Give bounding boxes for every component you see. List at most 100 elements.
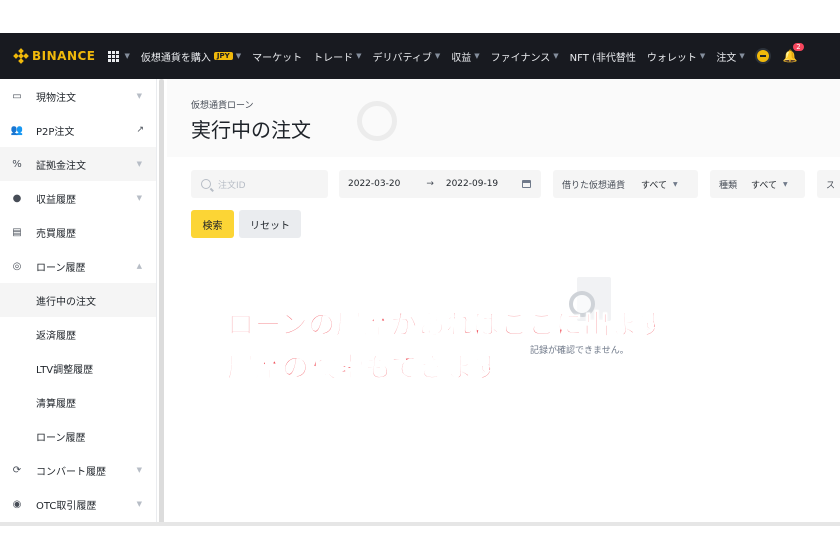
chevron-down-icon: ▼ xyxy=(136,194,142,202)
convert-icon: ⟳ xyxy=(12,464,22,476)
sidebar-item-margin-orders[interactable]: % 証拠金注文 ▼ xyxy=(0,147,156,181)
filter-value: すべて xyxy=(641,180,668,191)
chevron-down-icon: ▼ xyxy=(136,500,142,508)
nav-orders[interactable]: 注文 ▼ xyxy=(716,49,744,64)
chevron-down-icon: ▼ xyxy=(434,52,441,60)
nav-earn[interactable]: 収益 ▼ xyxy=(451,49,479,64)
nav-label: トレード xyxy=(313,52,354,64)
grid-icon xyxy=(107,50,119,62)
sidebar-item-label: 進行中の注文 xyxy=(36,296,96,308)
nav-label: 注文 xyxy=(716,52,737,64)
nav-finance[interactable]: ファイナンス ▼ xyxy=(491,49,559,64)
otc-icon: ◉ xyxy=(12,498,22,510)
sidebar-item-convert-history[interactable]: ⟳ コンバート履歴 ▼ xyxy=(0,453,156,487)
filter-value: すべて xyxy=(751,180,778,191)
apps-menu[interactable]: ▼ xyxy=(107,50,130,62)
nav-label: ファイナンス xyxy=(490,52,551,64)
sidebar-scrollbar[interactable] xyxy=(159,79,164,524)
bottom-edge xyxy=(0,522,840,526)
filter-label: 借りた仮想通貨 xyxy=(562,180,626,191)
nav-buy-crypto[interactable]: 仮想通貨を購入 JPY ▼ xyxy=(141,49,241,64)
sidebar: ▭ 現物注文 ▼ 👥 P2P注文 ↗ % 証拠金注文 ▼ ● 収益履歴 ▼ ▤ … xyxy=(0,79,157,524)
binance-logo[interactable]: BINANCE xyxy=(13,48,96,64)
chevron-down-icon: ▼ xyxy=(235,52,242,60)
breadcrumb[interactable]: 仮想通貨ローン xyxy=(191,98,254,111)
bell-icon: 🔔 xyxy=(782,49,798,63)
nav-label: マーケット xyxy=(252,52,303,64)
search-button[interactable]: 検索 xyxy=(191,210,234,238)
sidebar-item-label: OTC取引履歴 xyxy=(36,500,97,512)
decorative-emblem-icon xyxy=(357,101,397,141)
top-nav-bar: BINANCE ▼ 仮想通貨を購入 JPY ▼ マーケット トレード ▼ デリバ… xyxy=(0,33,840,79)
sidebar-item-label: ローン履歴 xyxy=(36,432,86,444)
chevron-down-icon: ▼ xyxy=(739,52,745,60)
nav-wallet[interactable]: ウォレット ▼ xyxy=(647,49,705,64)
nav-derivatives[interactable]: デリバティブ ▼ xyxy=(372,49,440,64)
chevron-down-icon: ▼ xyxy=(553,52,559,60)
sidebar-item-ltv-history[interactable]: LTV調整履歴 xyxy=(0,351,156,385)
status-select[interactable]: ス xyxy=(817,170,840,198)
percent-icon: % xyxy=(12,158,22,170)
nav-nft[interactable]: NFT (非代替性 xyxy=(570,49,636,64)
nav-label: ウォレット xyxy=(646,52,697,64)
page-title: 実行中の注文 xyxy=(191,118,311,142)
notification-badge: 2 xyxy=(793,43,804,51)
avatar[interactable] xyxy=(754,48,771,64)
sidebar-item-label: 返済履歴 xyxy=(36,330,76,342)
reset-button[interactable]: リセット xyxy=(239,210,301,238)
annotation-line-2: 履歴の検索もできます。 xyxy=(227,353,526,385)
users-icon: 👥 xyxy=(10,124,24,136)
arrow-right-icon: → xyxy=(426,179,434,189)
loan-icon: ◎ xyxy=(12,260,22,272)
annotation-line-1: ローンの履歴があればここに出ます。 xyxy=(226,310,691,342)
sidebar-item-p2p-orders[interactable]: 👥 P2P注文 ↗ xyxy=(0,113,156,147)
sidebar-item-liquidation-history[interactable]: 清算履歴 xyxy=(0,385,156,419)
sidebar-item-loan-history-sub[interactable]: ローン履歴 xyxy=(0,419,156,453)
empty-state-message: 記録が確認できません。 xyxy=(530,346,629,356)
chevron-down-icon: ▼ xyxy=(783,180,788,188)
sidebar-item-label: 清算履歴 xyxy=(36,398,76,410)
chevron-down-icon: ▼ xyxy=(124,52,130,60)
chevron-down-icon: ▼ xyxy=(356,52,362,60)
binance-logo-icon xyxy=(13,48,29,64)
sidebar-item-label: コンバート履歴 xyxy=(36,466,106,478)
sidebar-item-earn-history[interactable]: ● 収益履歴 ▼ xyxy=(0,181,156,215)
date-to: 2022-09-19 xyxy=(445,179,499,189)
sidebar-item-label: P2P注文 xyxy=(36,126,75,138)
chevron-down-icon: ▼ xyxy=(136,92,142,100)
sidebar-item-otc-history[interactable]: ◉ OTC取引履歴 ▼ xyxy=(0,487,156,521)
sidebar-item-label: 収益履歴 xyxy=(36,194,76,206)
sidebar-item-ongoing-orders[interactable]: 進行中の注文 xyxy=(0,283,156,317)
wallet-icon: ▭ xyxy=(12,90,22,102)
main-content: 仮想通貨ローン 実行中の注文 注文ID 2022-03-20 → 2022-09… xyxy=(167,79,840,524)
sidebar-item-loan-history[interactable]: ◎ ローン履歴 ▲ xyxy=(0,249,156,283)
filter-label: ス xyxy=(826,180,836,191)
borrowed-coin-select[interactable]: 借りた仮想通貨 すべて ▼ xyxy=(553,170,698,198)
nav-label: 収益 xyxy=(451,52,472,64)
chevron-down-icon: ▼ xyxy=(136,160,142,168)
brand-name: BINANCE xyxy=(32,49,96,63)
sidebar-item-spot-orders[interactable]: ▭ 現物注文 ▼ xyxy=(0,79,156,113)
notification-bell[interactable]: 🔔 2 xyxy=(782,43,804,63)
order-id-search-input[interactable]: 注文ID xyxy=(191,170,328,198)
document-icon: ▤ xyxy=(12,226,22,238)
type-select[interactable]: 種類 すべて ▼ xyxy=(710,170,805,198)
sidebar-item-label: 売買履歴 xyxy=(36,228,76,240)
external-link-icon: ↗ xyxy=(136,125,144,135)
sidebar-item-repayment-history[interactable]: 返済履歴 xyxy=(0,317,156,351)
filter-label: 種類 xyxy=(719,180,738,191)
nav-label: デリバティブ xyxy=(372,52,432,64)
chevron-up-icon: ▲ xyxy=(136,262,142,270)
sidebar-item-trade-history[interactable]: ▤ 売買履歴 xyxy=(0,215,156,249)
chevron-down-icon: ▼ xyxy=(474,52,480,60)
search-placeholder: 注文ID xyxy=(218,180,246,191)
sidebar-item-label: 証拠金注文 xyxy=(36,160,86,172)
date-from: 2022-03-20 xyxy=(348,179,401,189)
sidebar-item-label: 現物注文 xyxy=(36,92,76,104)
chevron-down-icon: ▼ xyxy=(699,52,706,60)
chevron-down-icon: ▼ xyxy=(136,466,142,474)
date-range-picker[interactable]: 2022-03-20 → 2022-09-19 xyxy=(339,170,541,198)
nav-label: 仮想通貨を購入 xyxy=(140,52,211,64)
nav-markets[interactable]: マーケット xyxy=(252,49,302,64)
nav-trade[interactable]: トレード ▼ xyxy=(313,49,361,64)
